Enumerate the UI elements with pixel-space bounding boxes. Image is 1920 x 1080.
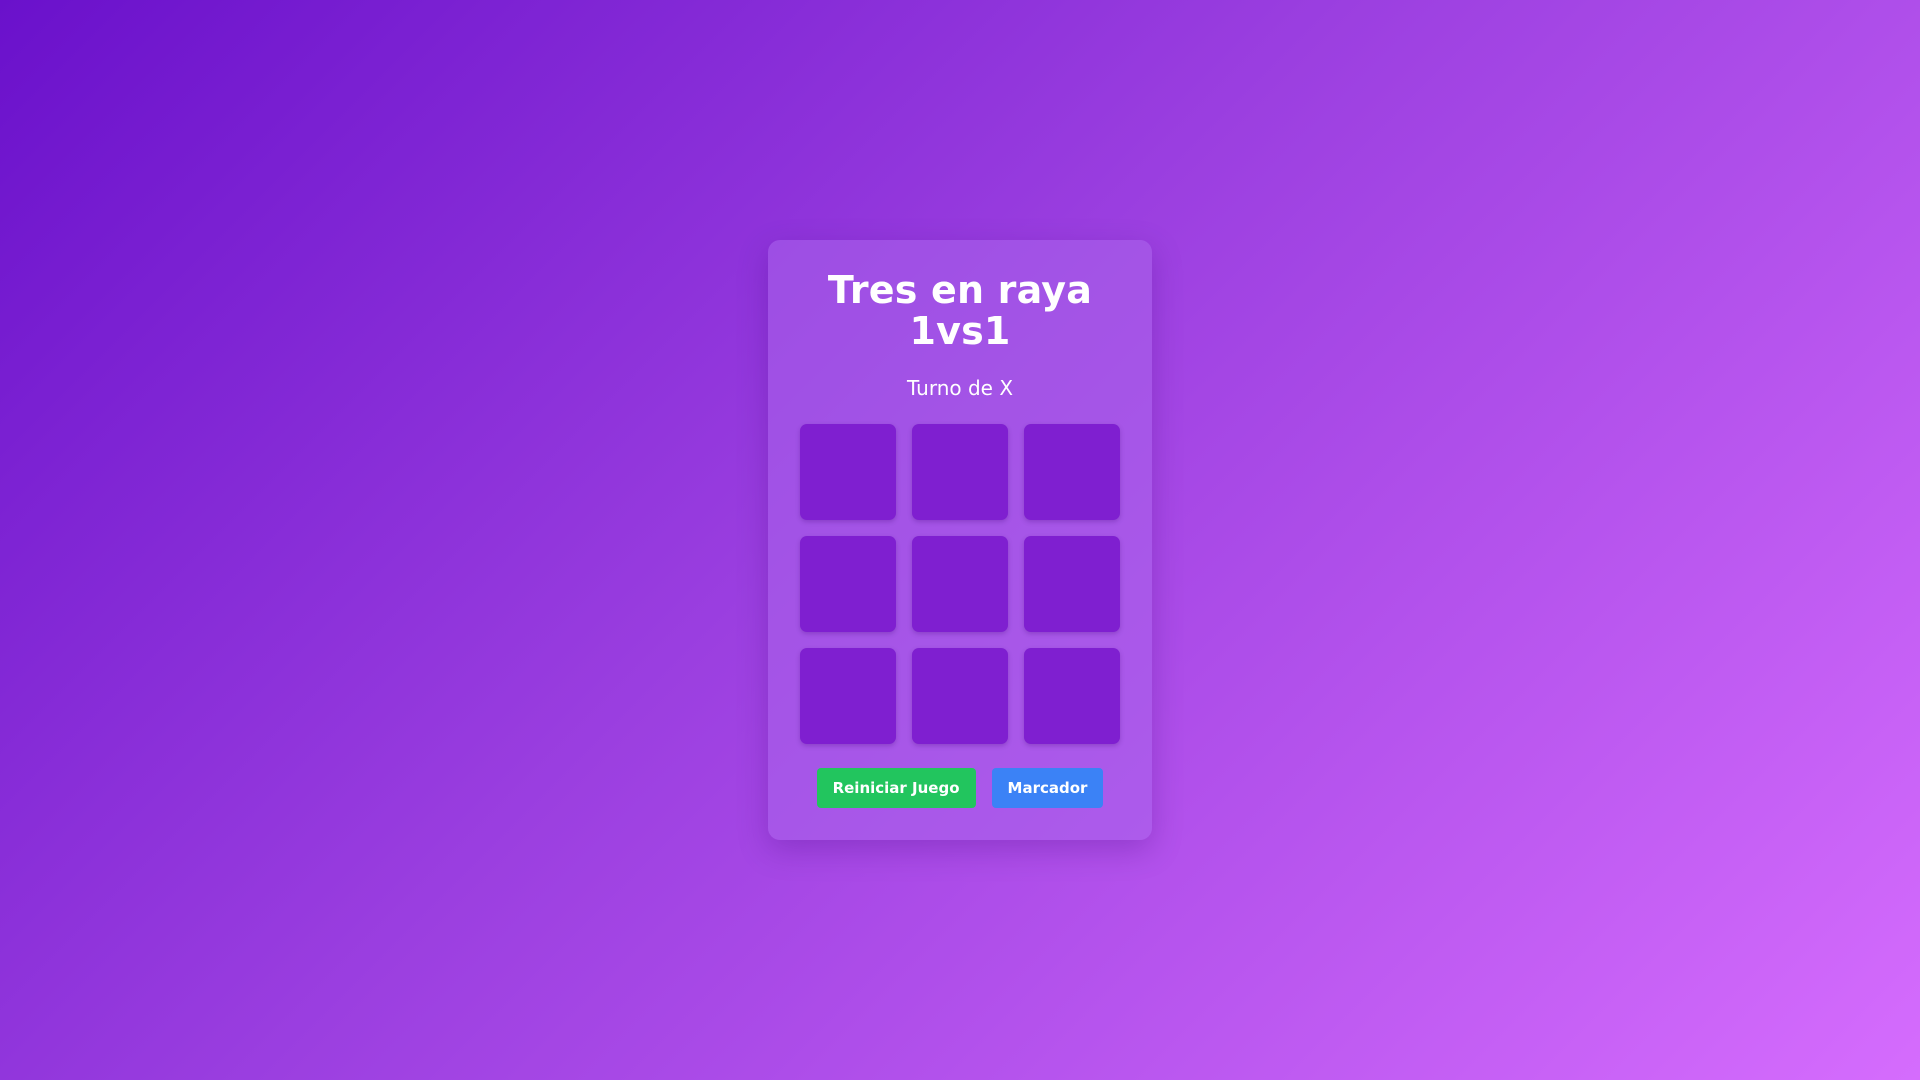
board-cell-3[interactable] <box>1024 424 1120 520</box>
board-cell-5[interactable] <box>912 536 1008 632</box>
action-bar: Reiniciar Juego Marcador <box>768 768 1152 808</box>
board-cell-9[interactable] <box>1024 648 1120 744</box>
game-card: Tres en raya 1vs1 Turno de X Reiniciar J… <box>768 240 1152 840</box>
restart-game-button[interactable]: Reiniciar Juego <box>816 768 976 808</box>
board-cell-7[interactable] <box>800 648 896 744</box>
turn-status: Turno de X <box>906 376 1014 400</box>
game-board <box>800 424 1120 744</box>
scoreboard-button[interactable]: Marcador <box>991 768 1104 808</box>
board-cell-1[interactable] <box>800 424 896 520</box>
title-line-1: Tres en raya <box>827 268 1093 312</box>
board-cell-8[interactable] <box>912 648 1008 744</box>
page-title: Tres en raya 1vs1 <box>768 270 1152 352</box>
board-cell-6[interactable] <box>1024 536 1120 632</box>
title-line-2: 1vs1 <box>909 309 1011 353</box>
board-cell-4[interactable] <box>800 536 896 632</box>
board-cell-2[interactable] <box>912 424 1008 520</box>
